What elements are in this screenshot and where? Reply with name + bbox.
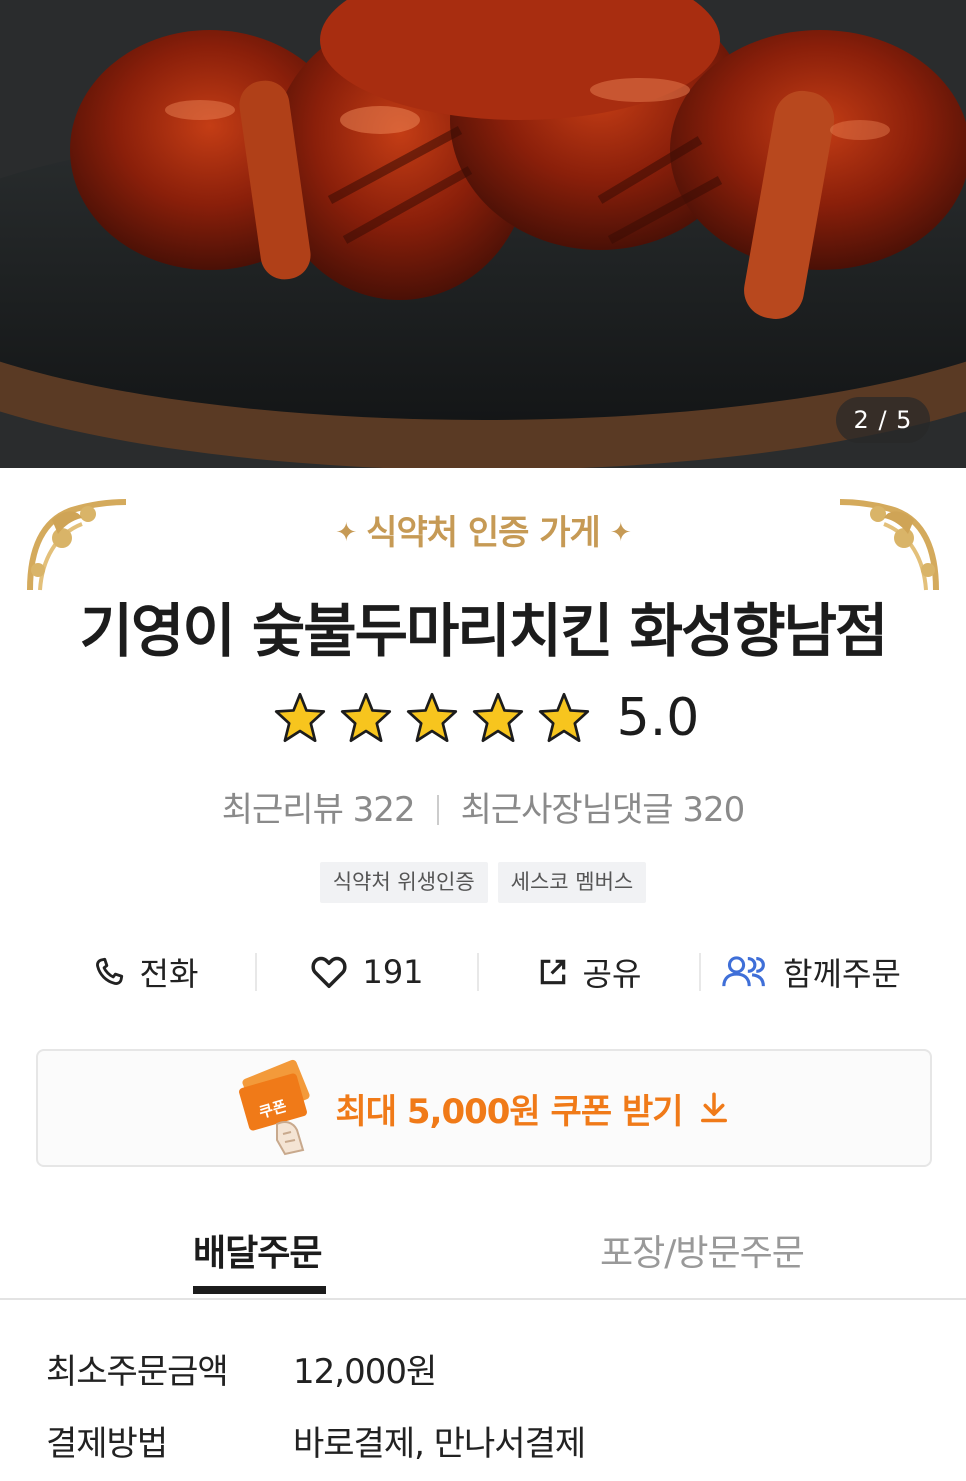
star-icon (274, 692, 325, 743)
payment-method-row: 결제방법 바로결제, 만나서결제 (46, 1416, 586, 1465)
heart-icon (311, 956, 348, 988)
store-photo-carousel[interactable]: 2 / 5 (0, 0, 966, 468)
call-label: 전화 (139, 955, 199, 993)
min-order-row: 최소주문금액 12,000원 (46, 1344, 437, 1393)
group-users-icon (722, 956, 766, 987)
like-count: 191 (362, 953, 424, 991)
like-button[interactable]: 191 (257, 953, 477, 991)
phone-icon (95, 957, 123, 985)
active-tab-indicator (193, 1286, 326, 1294)
chicken-photo (0, 0, 966, 468)
call-button[interactable]: 전화 (35, 949, 255, 995)
star-icon (472, 692, 523, 743)
certification-label: ✦ 식약처 인증 가게 ✦ (0, 505, 966, 554)
review-summary[interactable]: 최근리뷰 322 최근사장님댓글 320 (0, 782, 966, 831)
coupon-label: 최대 5,000원 쿠폰 받기 (335, 1091, 683, 1132)
payment-method-value: 바로결제, 만나서결제 (293, 1424, 586, 1464)
coupon-download-button[interactable]: 쿠폰 최대 5,000원 쿠폰 받기 (36, 1049, 932, 1167)
separator (436, 795, 439, 825)
certification-text: 식약처 인증 가게 (366, 513, 601, 553)
group-order-label: 함께주문 (783, 955, 901, 993)
coupon-hand-icon: 쿠폰 (239, 1059, 311, 1156)
share-icon (540, 959, 565, 985)
cesco-badge: 세스코 멤버스 (497, 862, 647, 903)
rating-score: 5.0 (616, 688, 700, 748)
hygiene-badge: 식약처 위생인증 (319, 862, 488, 903)
download-arrow-icon (700, 1092, 727, 1123)
store-name: 기영이 숯불두마리치킨 화성향남점 (79, 597, 889, 665)
group-order-button[interactable]: 함께주문 (701, 949, 921, 995)
owner-replies-link[interactable]: 최근사장님댓글 320 (461, 790, 746, 830)
payment-method-key: 결제방법 (46, 1424, 168, 1464)
min-order-key: 최소주문금액 (46, 1352, 229, 1392)
order-type-tabs: 배달주문 포장/방문주문 (0, 1210, 966, 1300)
star-icon (340, 692, 391, 743)
star-icon (538, 692, 589, 743)
share-button[interactable]: 공유 (479, 949, 699, 995)
tab-pickup[interactable]: 포장/방문주문 (600, 1224, 805, 1276)
tab-delivery[interactable]: 배달주문 (193, 1224, 322, 1276)
sparkle-left-icon: ✦ (335, 518, 357, 548)
image-pager: 2 / 5 (836, 397, 930, 443)
share-label: 공유 (582, 955, 642, 993)
rating: 5.0 (0, 683, 966, 753)
recent-reviews-link[interactable]: 최근리뷰 322 (222, 790, 416, 830)
sparkle-right-icon: ✦ (609, 518, 632, 548)
star-icon (406, 692, 457, 743)
min-order-value: 12,000원 (293, 1352, 437, 1392)
action-bar: 전화 191 공유 함께주문 (0, 940, 966, 1004)
badge-list: 식약처 위생인증 세스코 멤버스 (0, 862, 966, 903)
